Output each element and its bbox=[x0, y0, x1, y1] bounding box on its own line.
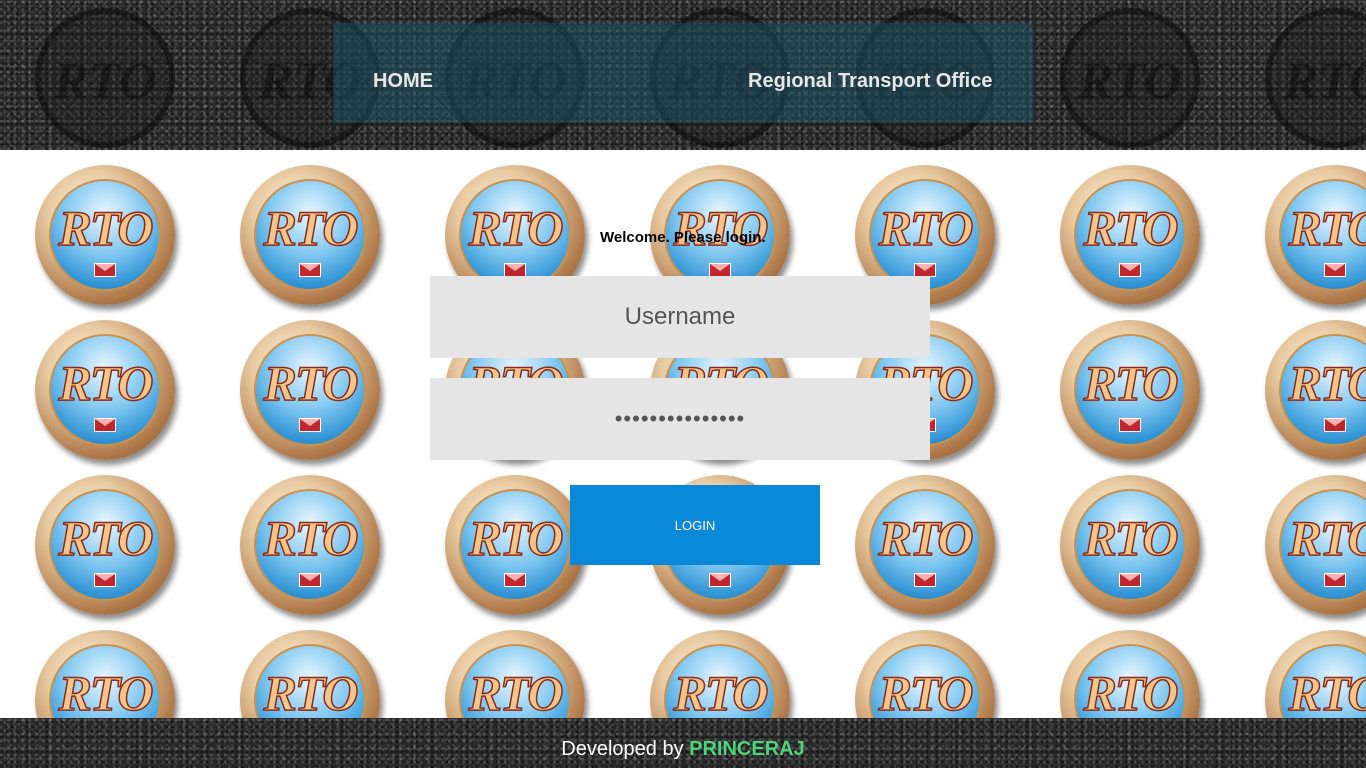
footer-credit: Developed by PRINCERAJ bbox=[0, 738, 1366, 761]
login-button[interactable]: LOGIN bbox=[570, 485, 820, 565]
welcome-message: Welcome. Please login. bbox=[600, 229, 766, 246]
envelope-icon bbox=[94, 418, 116, 432]
rto-logo-watermark: RTO bbox=[1265, 8, 1366, 148]
logo-text: RTO bbox=[1083, 664, 1180, 718]
envelope-icon bbox=[94, 573, 116, 587]
envelope-icon bbox=[94, 263, 116, 277]
rto-logo: RTO bbox=[240, 475, 380, 615]
rto-logo: RTO bbox=[1265, 630, 1366, 718]
developer-name: PRINCERAJ bbox=[689, 738, 805, 760]
rto-logo: RTO bbox=[855, 630, 995, 718]
site-title: Regional Transport Office bbox=[748, 70, 993, 92]
logo-text: RTO bbox=[58, 199, 155, 257]
rto-logo: RTO bbox=[445, 475, 585, 615]
logo-text: RTO bbox=[468, 509, 565, 567]
envelope-icon bbox=[1119, 418, 1141, 432]
rto-logo: RTO bbox=[445, 630, 585, 718]
rto-logo: RTO bbox=[1060, 475, 1200, 615]
password-input[interactable] bbox=[430, 378, 930, 460]
rto-logo: RTO bbox=[35, 320, 175, 460]
logo-text: RTO bbox=[878, 199, 975, 257]
logo-text: RTO bbox=[263, 664, 360, 718]
logo-text: RTO bbox=[468, 199, 565, 257]
logo-text: RTO bbox=[1083, 199, 1180, 257]
envelope-icon bbox=[504, 573, 526, 587]
envelope-icon bbox=[504, 263, 526, 277]
logo-text: RTO bbox=[1288, 509, 1366, 567]
rto-logo: RTO bbox=[240, 320, 380, 460]
rto-logo: RTO bbox=[1265, 165, 1366, 305]
envelope-icon bbox=[299, 418, 321, 432]
logo-text: RTO bbox=[878, 509, 975, 567]
rto-logo: RTO bbox=[35, 165, 175, 305]
logo-text: RTO bbox=[468, 664, 565, 718]
logo-text: RTO bbox=[1288, 199, 1366, 257]
logo-text: RTO bbox=[58, 509, 155, 567]
rto-logo: RTO bbox=[1060, 165, 1200, 305]
logo-text: RTO bbox=[263, 354, 360, 412]
envelope-icon bbox=[299, 263, 321, 277]
envelope-icon bbox=[1119, 263, 1141, 277]
envelope-icon bbox=[914, 573, 936, 587]
envelope-icon bbox=[709, 263, 731, 277]
rto-logo: RTO bbox=[240, 630, 380, 718]
rto-logo: RTO bbox=[650, 630, 790, 718]
envelope-icon bbox=[1119, 573, 1141, 587]
envelope-icon bbox=[1324, 573, 1346, 587]
rto-logo: RTO bbox=[1265, 475, 1366, 615]
logo-text: RTO bbox=[878, 664, 975, 718]
envelope-icon bbox=[914, 263, 936, 277]
rto-logo: RTO bbox=[35, 630, 175, 718]
rto-logo: RTO bbox=[1265, 320, 1366, 460]
rto-logo: RTO bbox=[855, 475, 995, 615]
nav-home-link[interactable]: HOME bbox=[373, 70, 433, 93]
rto-logo: RTO bbox=[1060, 630, 1200, 718]
rto-logo: RTO bbox=[1060, 320, 1200, 460]
rto-logo-watermark: RTO bbox=[35, 8, 175, 148]
header: RTO RTO RTO RTO RTO RTO RTO bbox=[0, 0, 1366, 150]
logo-text: RTO bbox=[263, 199, 360, 257]
rto-logo: RTO bbox=[35, 475, 175, 615]
footer-prefix: Developed by bbox=[561, 738, 684, 760]
envelope-icon bbox=[1324, 263, 1346, 277]
logo-text: RTO bbox=[263, 509, 360, 567]
logo-text: RTO bbox=[1083, 509, 1180, 567]
envelope-icon bbox=[1324, 418, 1346, 432]
envelope-icon bbox=[299, 573, 321, 587]
logo-text: RTO bbox=[673, 664, 770, 718]
logo-text: RTO bbox=[58, 664, 155, 718]
logo-text: RTO bbox=[673, 199, 770, 257]
username-input[interactable] bbox=[430, 276, 930, 358]
logo-text: RTO bbox=[58, 354, 155, 412]
rto-logo-watermark: RTO bbox=[1060, 8, 1200, 148]
logo-text: RTO bbox=[1288, 664, 1366, 718]
logo-text: RTO bbox=[1083, 354, 1180, 412]
envelope-icon bbox=[709, 573, 731, 587]
rto-logo: RTO bbox=[240, 165, 380, 305]
logo-text: RTO bbox=[1288, 354, 1366, 412]
